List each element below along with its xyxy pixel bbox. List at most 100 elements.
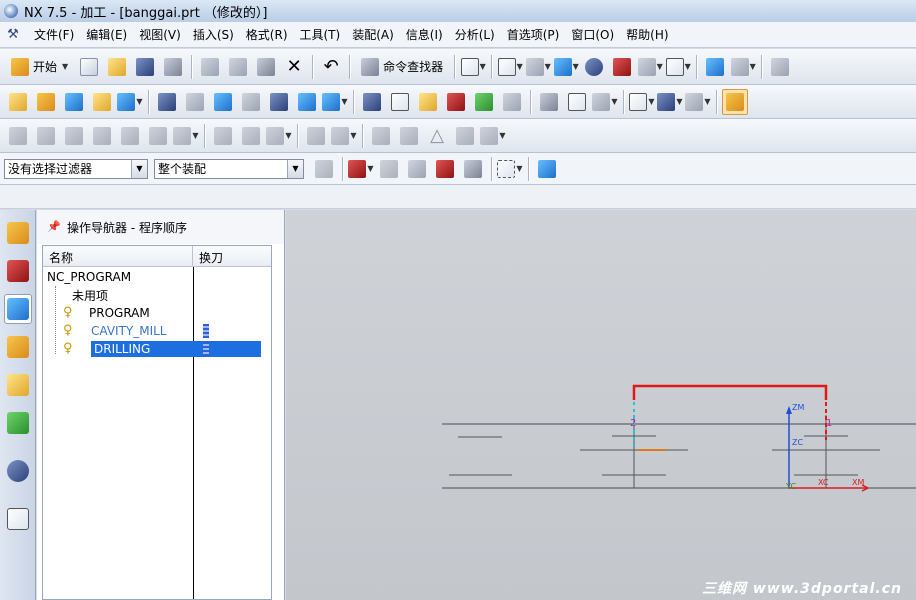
verify-toolpath-button[interactable] [415,89,441,115]
select-edge-button[interactable] [432,156,458,182]
paste-object-button[interactable] [238,89,264,115]
snap-point-button[interactable]: ▼ [348,156,374,182]
menu-format[interactable]: 格式(R) [240,25,294,45]
layer-button[interactable] [767,54,793,80]
op-button-7[interactable]: ▼ [173,123,199,149]
op-button-3[interactable] [61,123,87,149]
wcs-button[interactable]: ▼ [525,54,551,80]
copy-object-button[interactable] [210,89,236,115]
postprocess-button[interactable] [536,89,562,115]
tree-node-unused[interactable]: 未用项 [57,286,108,304]
workpiece-button[interactable] [722,88,748,115]
history-tab[interactable] [4,408,32,438]
start-button[interactable]: 开始 ▼ [5,54,74,80]
op-button-6[interactable] [145,123,171,149]
machining-time-button[interactable]: ▼ [592,89,618,115]
op-button-10[interactable]: ▼ [266,123,292,149]
create-geometry-button[interactable] [61,89,87,115]
selection-tool-button[interactable]: ▼ [460,54,486,80]
op-button-12[interactable]: ▼ [331,123,357,149]
create-program-button[interactable] [5,89,31,115]
operation-navigator-tab[interactable] [4,294,32,324]
edit-object-button[interactable] [154,89,180,115]
select-face-button[interactable] [404,156,430,182]
constraint-navigator-tab[interactable] [4,256,32,286]
op-button-9[interactable] [238,123,264,149]
new-file-button[interactable] [76,54,102,80]
create-method-button[interactable] [89,89,115,115]
output-cls-button[interactable] [564,89,590,115]
list-toolpath-button[interactable] [443,89,469,115]
menu-edit[interactable]: 编辑(E) [80,25,133,45]
part-navigator-button[interactable] [534,156,560,182]
cut-button[interactable] [197,54,223,80]
delete-object-button[interactable] [266,89,292,115]
path-filter-button[interactable]: ▼ [657,89,683,115]
tree-node-cavity-mill[interactable]: ♀ CAVITY_MILL [63,322,167,340]
op-button-16[interactable] [452,123,478,149]
cut-object-button[interactable] [182,89,208,115]
assembly-navigator-tab[interactable] [4,218,32,248]
web-browser-tab[interactable] [4,504,32,534]
machine-tool-navigator-tab[interactable] [4,332,32,362]
undo-button[interactable]: ↶ [318,54,344,80]
shop-doc-button[interactable] [499,89,525,115]
print-button[interactable] [160,54,186,80]
open-button[interactable] [104,54,130,80]
delete-button[interactable]: ✕ [281,54,307,80]
op-button-13[interactable] [368,123,394,149]
snap-button[interactable] [702,54,728,80]
view-orient-button[interactable]: ▼ [553,54,579,80]
reuse-library-tab[interactable] [4,370,32,400]
menu-analysis[interactable]: 分析(L) [449,25,501,45]
menu-view[interactable]: 视图(V) [133,25,187,45]
op-button-15[interactable]: △ [424,123,450,149]
tree-node-nc-program[interactable]: NC_PROGRAM [47,268,131,286]
selection-arrow-button[interactable] [376,156,402,182]
graphics-window[interactable]: 2 1 ZM ZC YC XC XM 三维网 www.3dportal.cn [286,210,916,600]
generate-toolpath-button[interactable] [359,89,385,115]
op-button-11[interactable] [303,123,329,149]
create-operation-button[interactable]: ▼ [117,89,143,115]
menu-file[interactable]: 文件(F) [28,25,80,45]
object-display-button[interactable]: ▼ [322,89,348,115]
copy-button[interactable] [225,54,251,80]
op-button-17[interactable]: ▼ [480,123,506,149]
rename-object-button[interactable] [294,89,320,115]
menu-tools[interactable]: 工具(T) [294,25,347,45]
op-button-1[interactable] [5,123,31,149]
menu-window[interactable]: 窗口(O) [565,25,620,45]
select-curve-button[interactable] [460,156,486,182]
background-button[interactable]: ▼ [665,54,691,80]
point-button[interactable]: ▼ [730,54,756,80]
section-button[interactable] [609,54,635,80]
rectangle-select-button[interactable]: ▼ [497,156,523,182]
create-tool-button[interactable] [33,89,59,115]
menu-preferences[interactable]: 首选项(P) [501,25,566,45]
fit-view-button[interactable]: ▼ [497,54,523,80]
op-button-2[interactable] [33,123,59,149]
menu-insert[interactable]: 插入(S) [187,25,240,45]
op-button-14[interactable] [396,123,422,149]
column-tool-change[interactable]: 换刀 [193,246,229,266]
approve-button[interactable] [471,89,497,115]
filter-option-button[interactable] [311,156,337,182]
replay-toolpath-button[interactable] [387,89,413,115]
menu-assembly[interactable]: 装配(A) [346,25,400,45]
pin-icon[interactable]: 📌 [47,221,61,233]
op-button-5[interactable] [117,123,143,149]
roles-tab[interactable] [4,456,32,486]
path-display-button[interactable]: ▼ [629,89,655,115]
op-button-8[interactable] [210,123,236,149]
tree-node-program[interactable]: ♀ PROGRAM [63,304,150,322]
menu-information[interactable]: 信息(I) [400,25,449,45]
tool-display-button[interactable]: ▼ [685,89,711,115]
assembly-scope-dropdown[interactable]: 整个装配 ▼ [154,158,304,179]
op-button-4[interactable] [89,123,115,149]
save-button[interactable] [132,54,158,80]
paste-button[interactable] [253,54,279,80]
selection-filter-dropdown[interactable]: 没有选择过滤器 ▼ [4,158,148,179]
menu-help[interactable]: 帮助(H) [620,25,674,45]
tree-node-drilling[interactable]: ♀ DRILLING [63,340,271,358]
command-finder-button[interactable]: 命令查找器 [355,54,449,80]
